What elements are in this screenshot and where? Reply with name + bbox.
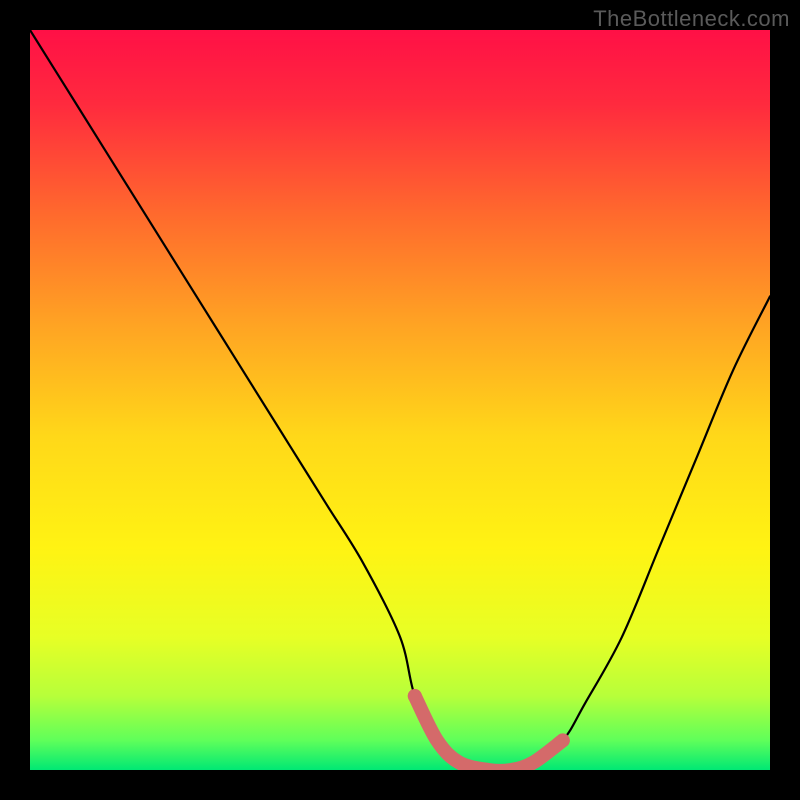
plot-area (30, 30, 770, 770)
highlight-dot-left (408, 689, 422, 703)
curve-path (30, 30, 770, 770)
bottleneck-curve (30, 30, 770, 770)
chart-frame: TheBottleneck.com (0, 0, 800, 800)
highlight-dot-right (556, 733, 570, 747)
highlight-path (415, 696, 563, 770)
watermark-text: TheBottleneck.com (593, 6, 790, 32)
